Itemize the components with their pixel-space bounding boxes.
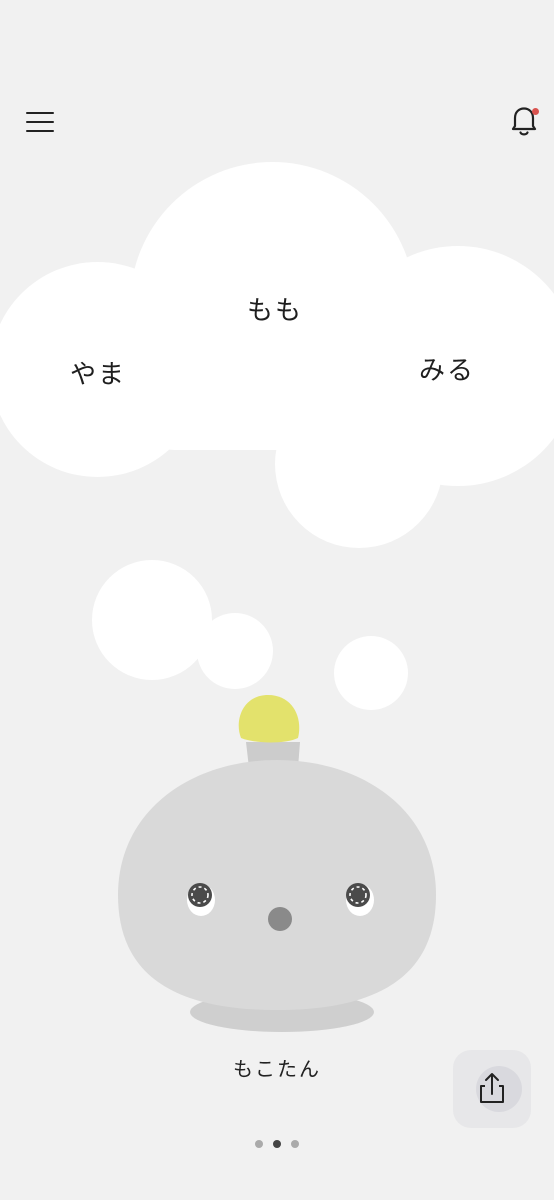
cloud-word-momo[interactable]: もも	[247, 290, 303, 327]
thought-cloud: もも やま みる	[0, 0, 554, 560]
page-dot[interactable]	[291, 1140, 299, 1148]
share-icon	[480, 1073, 504, 1103]
cloud-word-yama[interactable]: やま	[70, 354, 126, 391]
share-button[interactable]	[453, 1050, 531, 1128]
character-robot[interactable]	[110, 690, 450, 1035]
thought-bubble-large	[92, 560, 212, 680]
page-indicator	[0, 1133, 554, 1152]
thought-bubble-medium	[197, 613, 273, 689]
cloud-word-miru[interactable]: みる	[419, 350, 475, 387]
page-dot[interactable]	[255, 1140, 263, 1148]
character-illustration	[118, 695, 436, 1032]
page-dot-active[interactable]	[273, 1140, 281, 1148]
